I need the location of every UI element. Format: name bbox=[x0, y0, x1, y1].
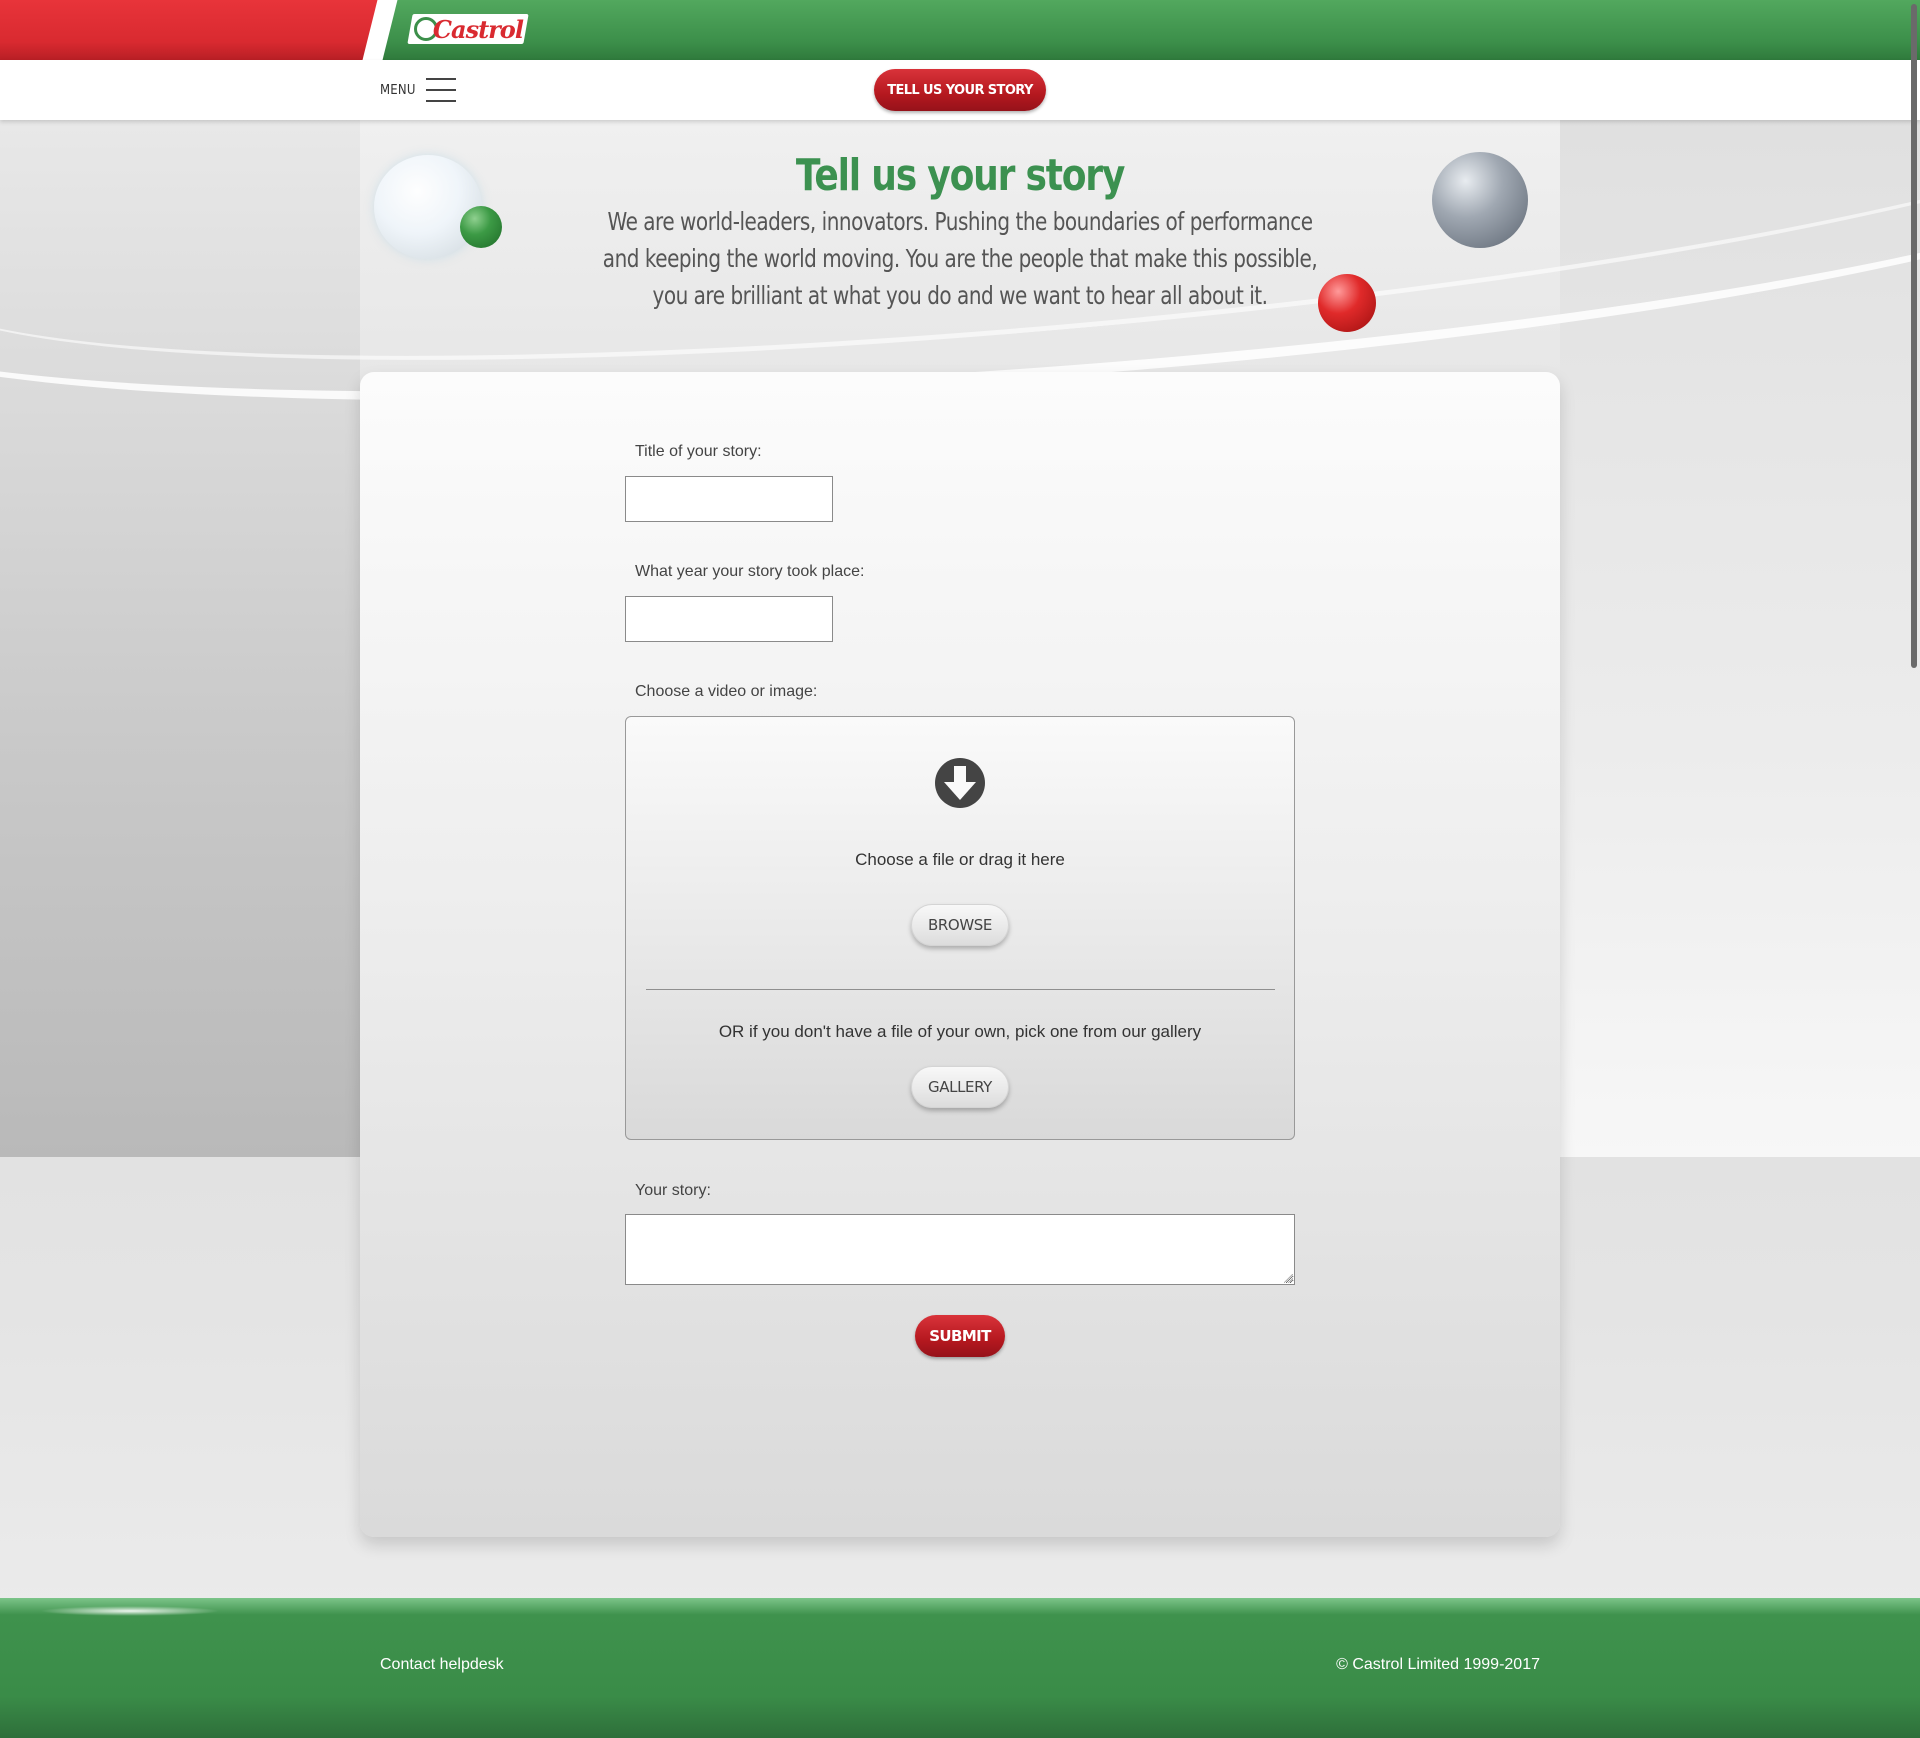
castrol-logo[interactable]: Castrol bbox=[407, 14, 529, 44]
scrollbar-thumb[interactable] bbox=[1911, 4, 1917, 668]
logo-text: Castrol bbox=[432, 14, 524, 44]
gallery-hint-text: OR if you don't have a file of your own,… bbox=[718, 1022, 1202, 1041]
tell-us-your-story-button[interactable]: TELL US YOUR STORY bbox=[874, 69, 1046, 111]
your-story-textarea[interactable] bbox=[625, 1214, 1295, 1285]
story-year-input[interactable] bbox=[625, 596, 833, 642]
nav-bar: MENU TELL US YOUR STORY bbox=[0, 60, 1920, 120]
dropzone-divider bbox=[646, 989, 1275, 990]
dropzone-text: Choose a file or drag it here bbox=[855, 850, 1065, 869]
page-title: Tell us your story bbox=[795, 150, 1126, 201]
contact-helpdesk-link[interactable]: Contact helpdesk bbox=[380, 1656, 504, 1674]
browse-button[interactable]: BROWSE bbox=[911, 904, 1009, 946]
hero-description: We are world-leaders, innovators. Pushin… bbox=[602, 207, 1318, 310]
submit-button[interactable]: SUBMIT bbox=[915, 1315, 1005, 1357]
story-year-label: What year your story took place: bbox=[635, 563, 865, 580]
hamburger-icon bbox=[425, 75, 456, 105]
gallery-button[interactable]: GALLERY bbox=[911, 1066, 1009, 1108]
copyright-text: © Castrol Limited 1999-2017 bbox=[1336, 1656, 1540, 1673]
menu-label: MENU bbox=[380, 82, 416, 98]
your-story-label: Your story: bbox=[635, 1182, 711, 1199]
footer-glint bbox=[40, 1606, 220, 1616]
green-sphere-decoration bbox=[460, 206, 502, 248]
clear-sphere-decoration bbox=[374, 155, 482, 259]
brand-red-stripe bbox=[0, 0, 380, 60]
grey-sphere-decoration bbox=[1432, 152, 1528, 248]
textarea-resize-grip-icon[interactable] bbox=[1284, 1274, 1293, 1283]
media-label: Choose a video or image: bbox=[635, 683, 818, 700]
download-arrow-icon bbox=[935, 758, 985, 808]
story-title-input[interactable] bbox=[625, 476, 833, 522]
menu-button[interactable]: MENU bbox=[380, 74, 456, 106]
story-title-label: Title of your story: bbox=[635, 443, 762, 460]
footer bbox=[0, 1598, 1920, 1738]
